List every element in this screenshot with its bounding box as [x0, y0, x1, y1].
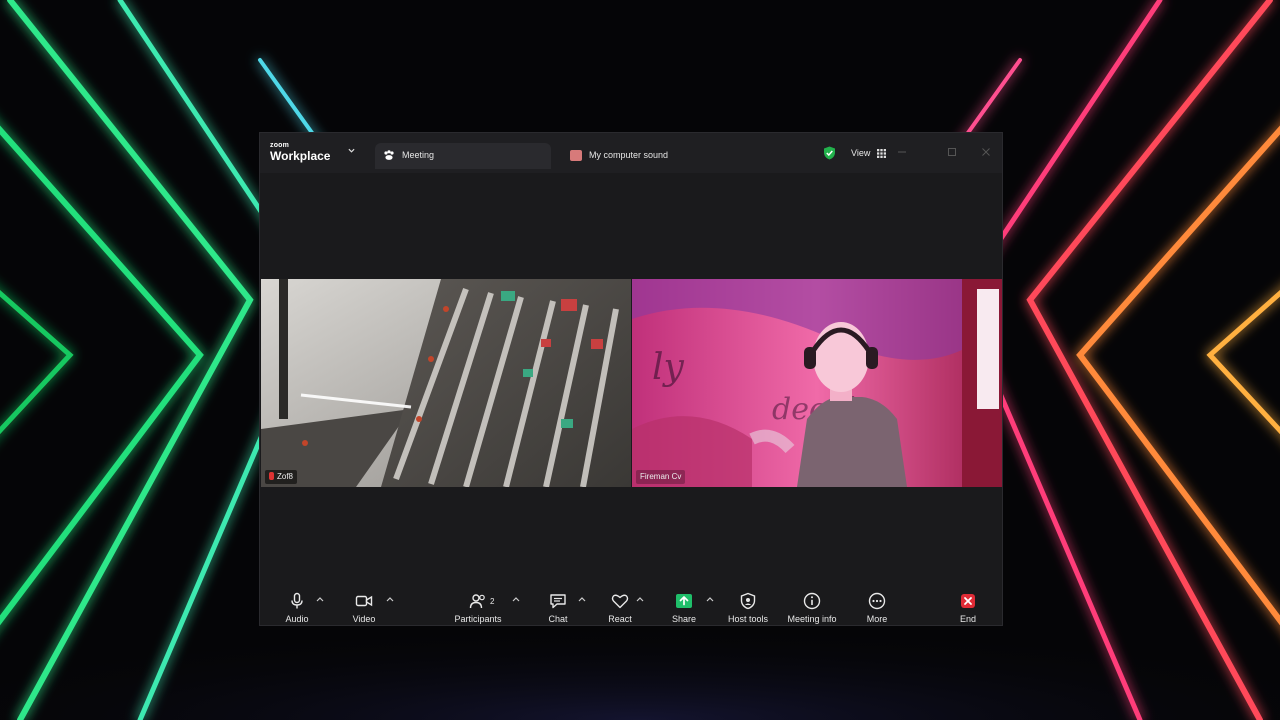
more-icon [868, 592, 886, 610]
meeting-info-label: Meeting info [787, 614, 837, 624]
tab-meeting[interactable]: Meeting [375, 143, 551, 169]
minimize-icon [898, 151, 906, 153]
participants-icon [469, 594, 485, 609]
participant-video [261, 279, 631, 487]
tab-sound-label: My computer sound [589, 150, 669, 160]
view-label: View [851, 148, 871, 158]
maximize-button[interactable] [942, 143, 962, 161]
computer-sound-icon [570, 150, 582, 161]
tab-my-computer-sound[interactable]: My computer sound [567, 143, 747, 169]
chat-options-caret-icon[interactable] [578, 596, 586, 602]
participant-name: Zof8 [277, 472, 294, 481]
participant-name: Fireman Cv [640, 472, 682, 481]
share-options-caret-icon[interactable] [706, 596, 714, 602]
shield-check-icon[interactable] [823, 146, 836, 160]
video-tile[interactable]: ly deeply Fireman Cv [632, 279, 1002, 487]
participants-label: Participants [454, 614, 502, 624]
brand-big: Workplace [270, 149, 331, 163]
meeting-toolbar: Audio Video Participants 2 Chat React Sh… [260, 583, 1002, 625]
meeting-info-button[interactable]: Meeting info [784, 583, 840, 625]
grid-icon [877, 149, 886, 158]
info-icon [803, 592, 821, 610]
video-tile[interactable]: Zof8 [261, 279, 631, 487]
meeting-icon [384, 150, 394, 160]
host-tools-label: Host tools [727, 614, 769, 624]
chevron-down-icon[interactable] [348, 147, 355, 154]
participants-button[interactable]: Participants [452, 583, 504, 625]
zoom-window: zoom Workplace Meeting My computer sound… [259, 132, 1003, 626]
participants-options-caret-icon[interactable] [512, 596, 520, 602]
video-label: Video [352, 614, 376, 624]
react-options-caret-icon[interactable] [636, 596, 644, 602]
chat-button[interactable]: Chat [544, 583, 572, 625]
end-meeting-icon [961, 594, 975, 608]
share-button[interactable]: Share [668, 583, 700, 625]
video-camera-icon [355, 595, 373, 607]
share-screen-icon [676, 594, 692, 608]
participant-name-tag: Fireman Cv [636, 470, 686, 484]
share-label: Share [671, 614, 697, 624]
view-button[interactable]: View [848, 143, 888, 163]
title-bar: zoom Workplace Meeting My computer sound… [260, 133, 1002, 173]
minimize-button[interactable] [892, 143, 912, 161]
close-button[interactable] [976, 143, 996, 161]
muted-mic-icon [269, 472, 274, 480]
video-options-caret-icon[interactable] [386, 596, 394, 602]
microphone-icon [291, 592, 303, 609]
react-label: React [608, 614, 632, 624]
video-gallery: Zof8 ly deeply [260, 279, 1002, 487]
svg-text:ly: ly [652, 347, 685, 388]
end-button[interactable]: End [956, 583, 980, 625]
participants-count: 2 [490, 597, 495, 606]
participant-name-tag: Zof8 [265, 470, 298, 484]
audio-options-caret-icon[interactable] [316, 596, 324, 602]
app-logo: zoom Workplace [270, 142, 330, 162]
chat-icon [550, 594, 566, 609]
react-button[interactable]: React [604, 583, 636, 625]
more-button[interactable]: More [862, 583, 892, 625]
participant-video: ly deeply [632, 279, 1002, 487]
video-button[interactable]: Video [348, 583, 380, 625]
maximize-icon [948, 148, 956, 156]
close-icon [982, 148, 990, 156]
end-label: End [959, 614, 976, 624]
host-tools-button[interactable]: Host tools [726, 583, 770, 625]
heart-icon [611, 594, 629, 609]
brand-small: zoom [270, 142, 290, 149]
audio-button[interactable]: Audio [282, 583, 312, 625]
chat-label: Chat [548, 614, 568, 624]
audio-label: Audio [285, 614, 309, 624]
more-label: More [866, 614, 888, 624]
tab-meeting-label: Meeting [402, 150, 435, 160]
shield-icon [740, 592, 756, 610]
